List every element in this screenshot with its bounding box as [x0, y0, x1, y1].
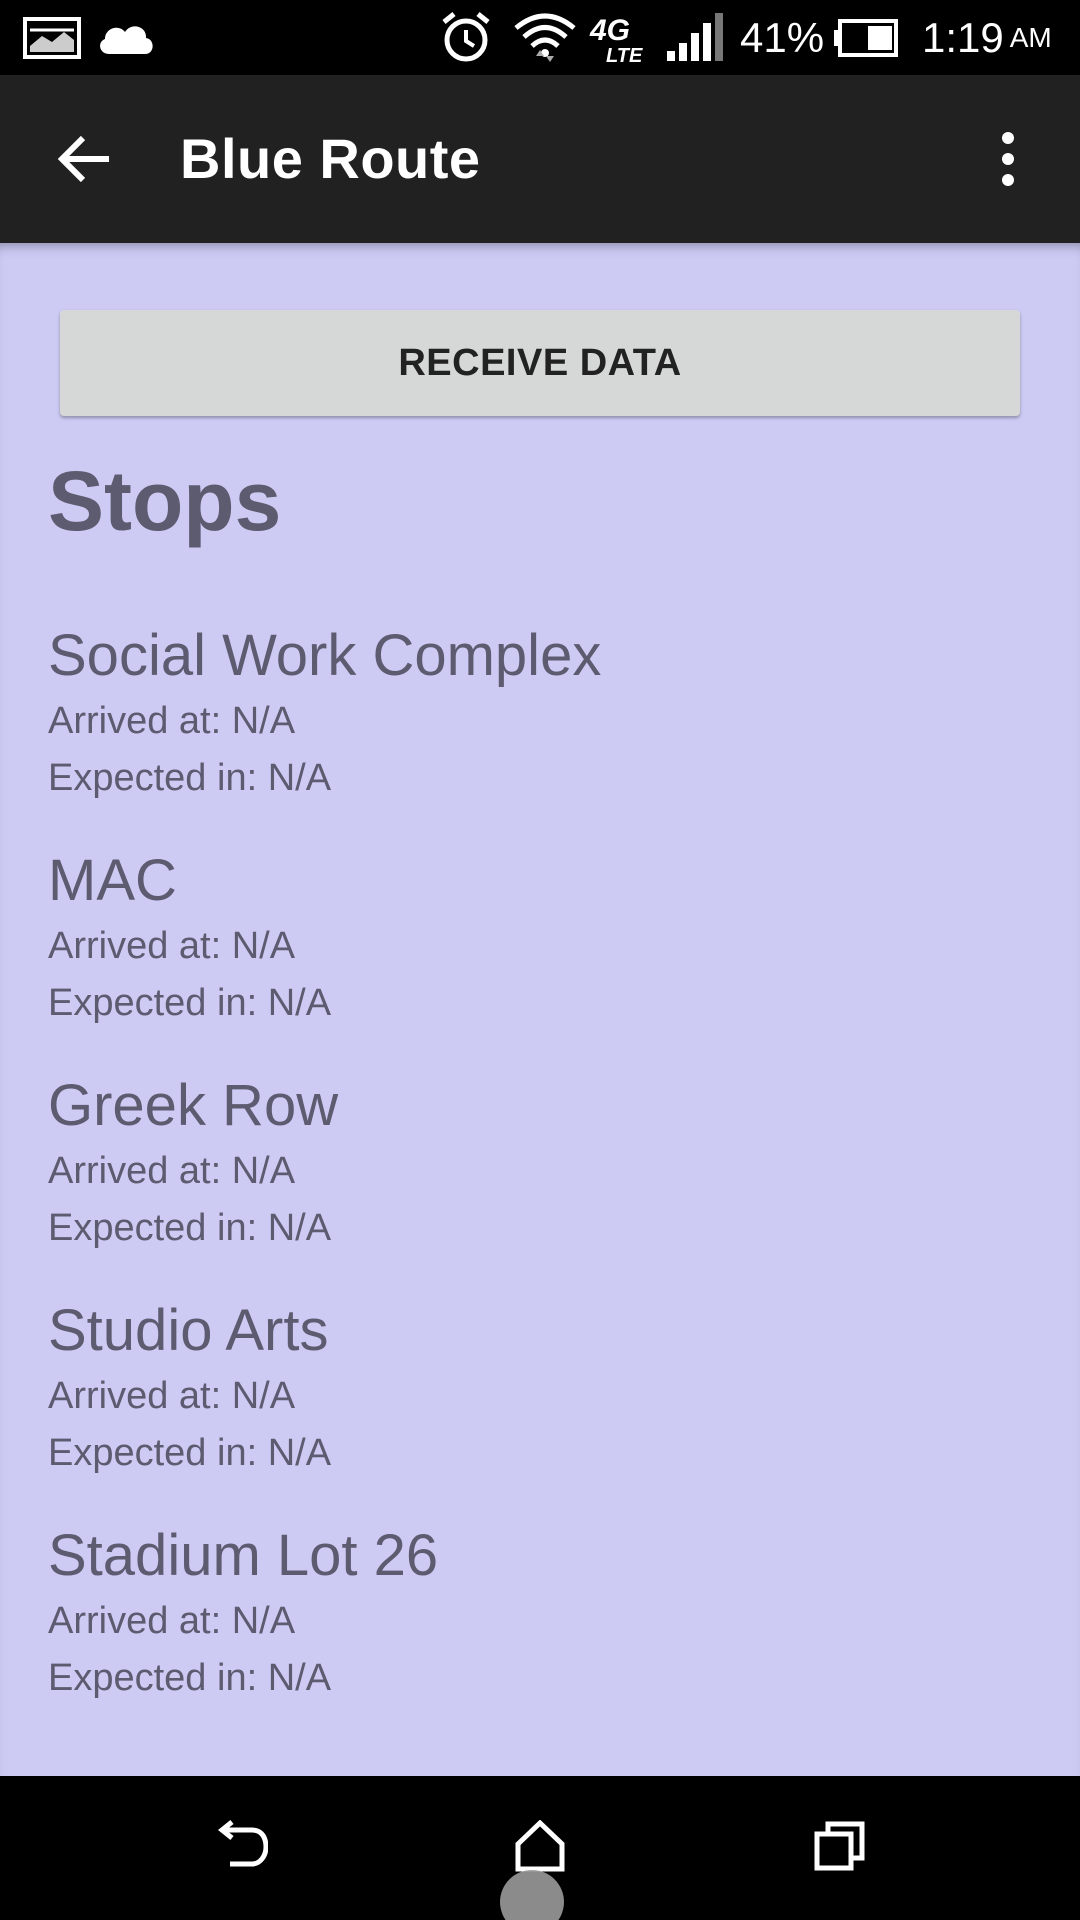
battery-icon: [832, 0, 900, 75]
wifi-icon: [512, 0, 578, 75]
stop-expected: Expected in: N/A: [48, 757, 332, 799]
alarm-icon: [438, 0, 494, 75]
clock: 1:19 AM: [922, 0, 1052, 75]
stop-name: Studio Arts: [48, 1298, 329, 1363]
stop-name: MAC: [48, 848, 177, 913]
svg-text:4G: 4G: [589, 14, 630, 47]
back-button[interactable]: [40, 119, 130, 199]
stop-expected: Expected in: N/A: [48, 1657, 332, 1699]
battery-percent: 41%: [740, 13, 825, 61]
cloud-icon: [95, 0, 157, 75]
stops-heading: Stops: [48, 454, 282, 548]
stop-item: Greek Row Arrived at: N/A Expected in: N…: [48, 1071, 1028, 1296]
stop-item: Stadium Lot 26 Arrived at: N/A Expected …: [48, 1521, 1028, 1746]
stop-arrived: Arrived at: N/A: [48, 700, 296, 742]
stop-list: Social Work Complex Arrived at: N/A Expe…: [48, 621, 1028, 1746]
clock-time: 1:19: [922, 13, 1004, 61]
stop-name: Stadium Lot 26: [48, 1523, 439, 1588]
status-bar: 4G LTE 41% 1:19 AM: [0, 0, 1080, 75]
nav-recents-button[interactable]: [780, 1796, 900, 1896]
recents-nav-icon: [814, 1821, 865, 1871]
clock-ampm: AM: [1009, 21, 1052, 53]
stop-item: Social Work Complex Arrived at: N/A Expe…: [48, 621, 1028, 846]
stop-arrived: Arrived at: N/A: [48, 925, 296, 967]
arrow-left-icon: [57, 135, 109, 183]
home-nav-icon: [515, 1820, 565, 1872]
content-area: RECEIVE DATA Stops Social Work Complex A…: [0, 243, 1080, 1776]
page-title: Blue Route: [180, 127, 481, 190]
stop-item: MAC Arrived at: N/A Expected in: N/A: [48, 846, 1028, 1071]
signal-icon: [665, 0, 725, 75]
overflow-menu-button[interactable]: [980, 119, 1036, 199]
gallery-icon: [22, 0, 82, 75]
stop-item: Studio Arts Arrived at: N/A Expected in:…: [48, 1296, 1028, 1521]
stop-name: Social Work Complex: [48, 623, 602, 688]
app-bar: Blue Route: [0, 75, 1080, 243]
stop-arrived: Arrived at: N/A: [48, 1600, 296, 1642]
stop-arrived: Arrived at: N/A: [48, 1150, 296, 1192]
back-nav-icon: [217, 1820, 268, 1867]
more-vert-icon: [1002, 132, 1014, 186]
stop-name: Greek Row: [48, 1073, 339, 1138]
svg-text:LTE: LTE: [606, 45, 643, 66]
screen: 4G LTE 41% 1:19 AM Blue Route RECEIVE DA…: [0, 0, 1080, 1920]
lte-icon: 4G LTE: [588, 0, 652, 75]
stop-expected: Expected in: N/A: [48, 982, 332, 1024]
receive-data-button[interactable]: RECEIVE DATA: [60, 310, 1020, 416]
stop-arrived: Arrived at: N/A: [48, 1375, 296, 1417]
nav-back-button[interactable]: [180, 1796, 300, 1896]
stop-expected: Expected in: N/A: [48, 1432, 332, 1474]
stop-expected: Expected in: N/A: [48, 1207, 332, 1249]
